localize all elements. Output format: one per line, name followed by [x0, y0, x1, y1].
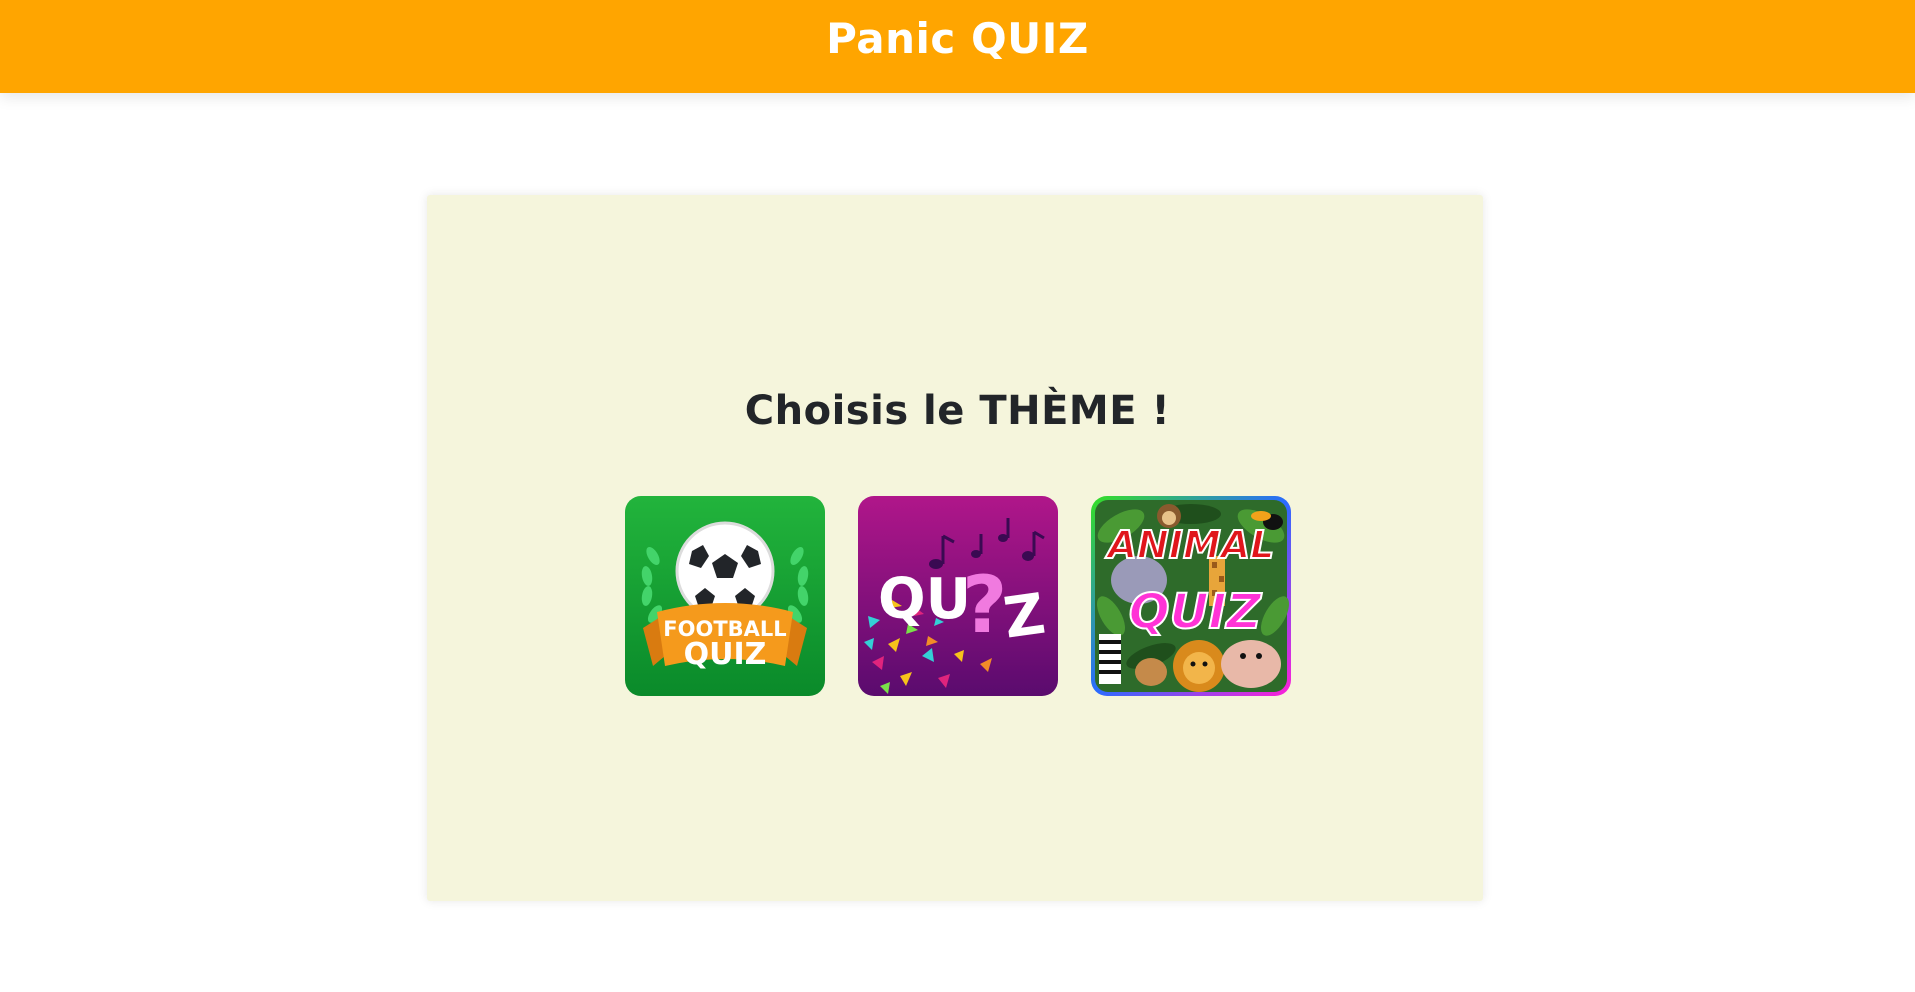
top-bar: Panic QUIZ [0, 0, 1915, 93]
theme-music-button[interactable]: QU ? Z [857, 496, 1058, 696]
football-quiz-icon: FOOTBALL QUIZ [624, 496, 825, 696]
page-heading: Choisis le THÈME ! [744, 388, 1171, 434]
animal-quiz-icon: ANIMAL QUIZ [1090, 496, 1291, 696]
animal-line2: QUIZ [1128, 584, 1262, 640]
football-line2: QUIZ [683, 637, 766, 672]
animal-line1: ANIMAL [1104, 523, 1274, 567]
music-line2: ? [962, 561, 1007, 651]
theme-list: FOOTBALL QUIZ QU ? Z ANIMAL QUIZ [0, 496, 1915, 696]
theme-football-button[interactable]: FOOTBALL QUIZ [624, 496, 825, 696]
theme-animal-button[interactable]: ANIMAL QUIZ [1090, 496, 1291, 696]
app-title: Panic QUIZ [826, 14, 1089, 63]
music-quiz-icon: QU ? Z [857, 496, 1058, 696]
music-line1: QU [878, 567, 971, 632]
